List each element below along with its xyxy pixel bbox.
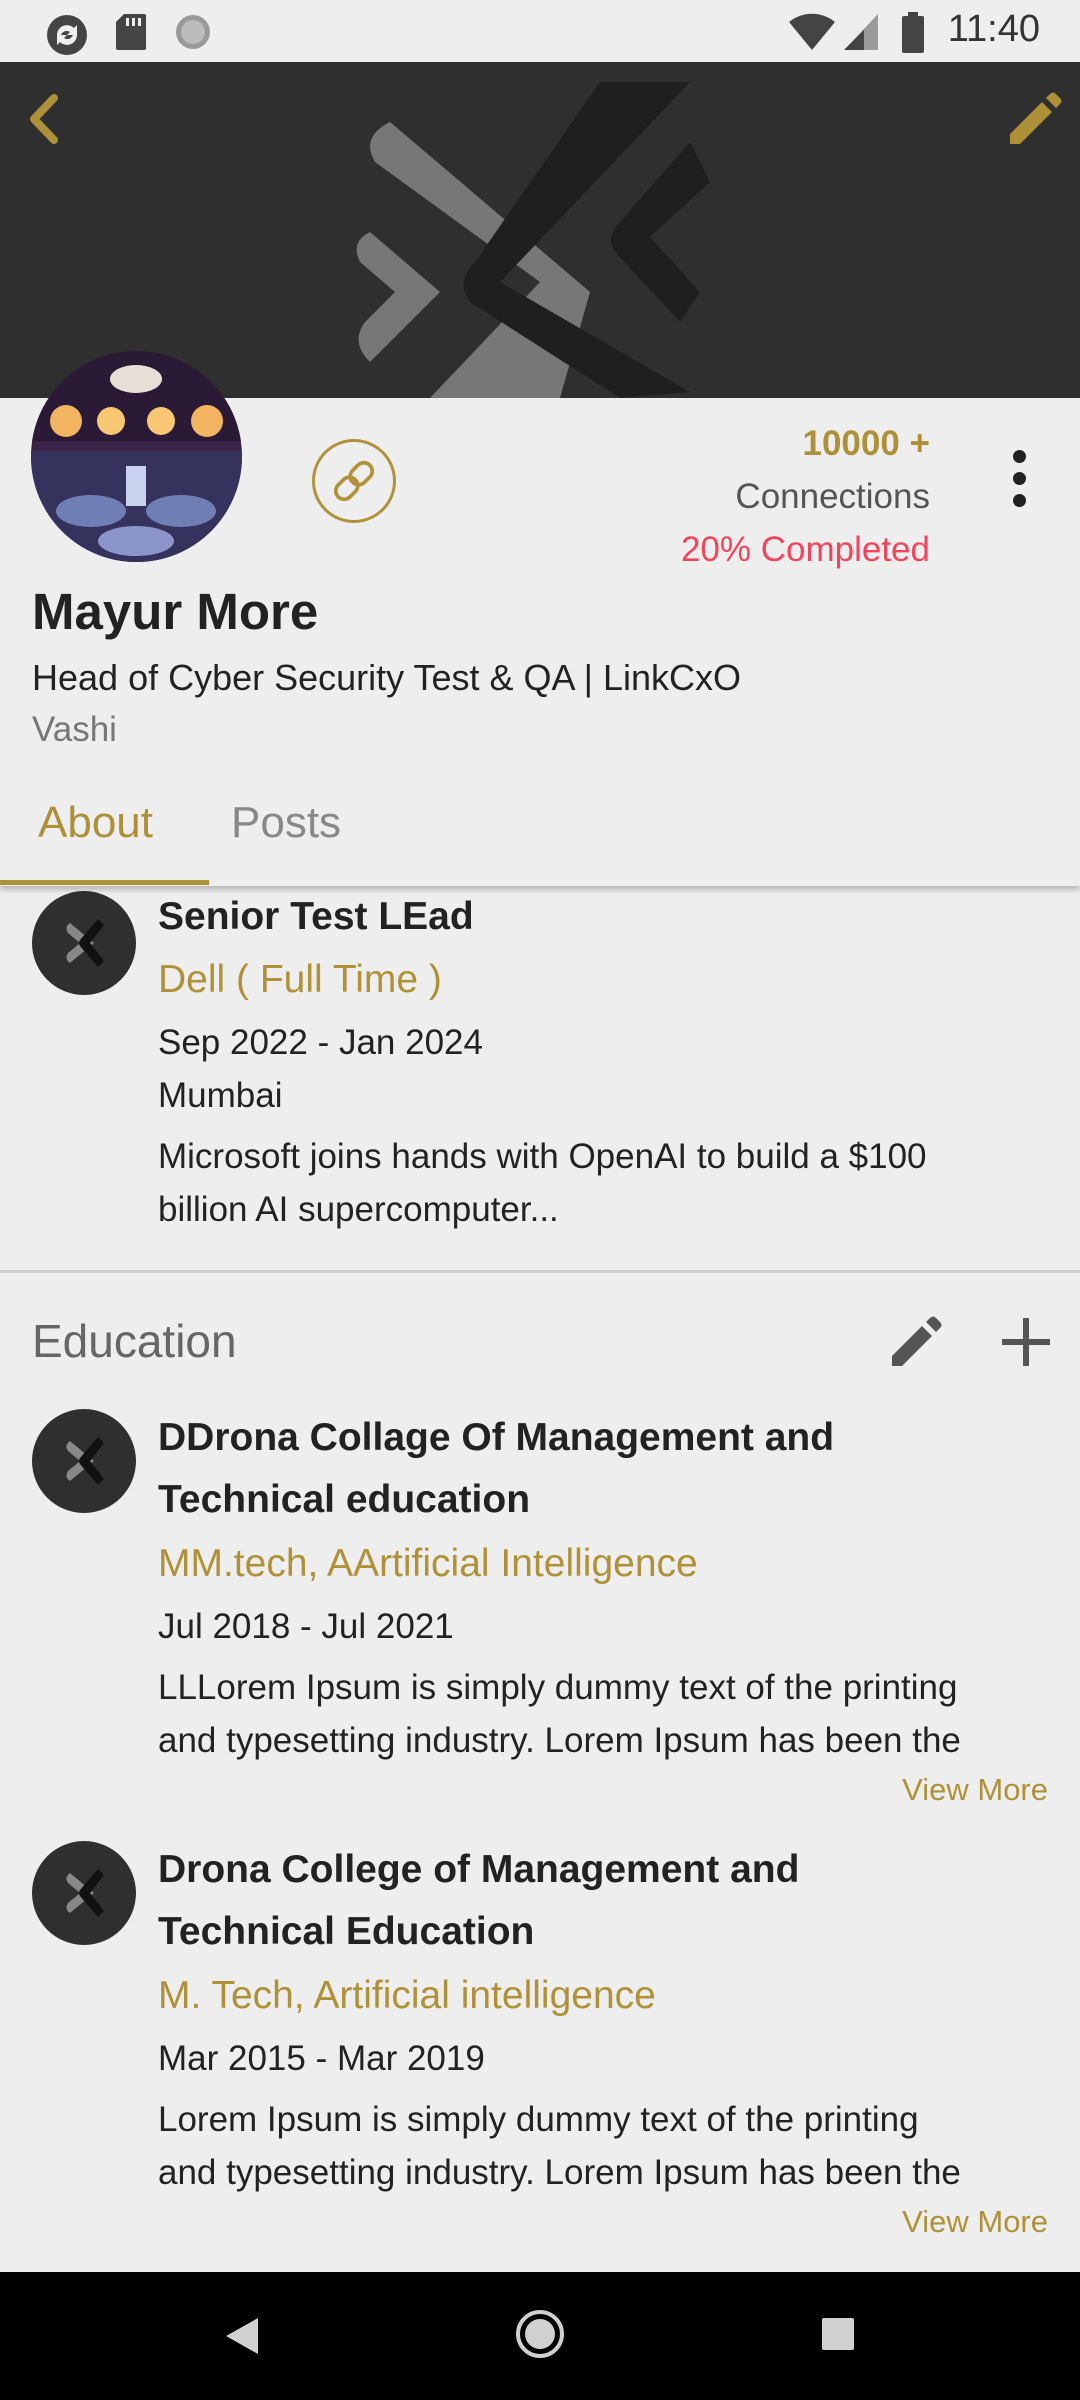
- about-content: Senior Test LEad Dell ( Full Time ) Sep …: [0, 886, 1080, 2272]
- cover-logo-image: [356, 82, 710, 398]
- tab-posts[interactable]: Posts: [231, 798, 341, 848]
- record-icon: [176, 15, 210, 49]
- education-section-title: Education: [32, 1315, 237, 1367]
- education-title-line: Technical Education: [158, 1910, 535, 1953]
- education-dates: Mar 2015 - Mar 2019: [158, 2039, 485, 2078]
- edit-profile-button[interactable]: [1002, 84, 1062, 154]
- education-title-line: Drona College of Management and: [158, 1848, 800, 1891]
- nav-home-icon[interactable]: [514, 2308, 566, 2360]
- wifi-icon: [789, 13, 835, 50]
- link-icon[interactable]: [312, 439, 396, 523]
- battery-icon: [902, 12, 924, 53]
- profile-location: Vashi: [32, 710, 117, 749]
- cover-banner: [0, 62, 1080, 398]
- education-degree: M. Tech, Artificial intelligence: [158, 1974, 656, 2017]
- experience-description-line: billion AI supercomputer...: [158, 1190, 559, 1229]
- education-degree: MM.tech, AArtificial Intelligence: [158, 1542, 698, 1585]
- active-tab-indicator: [0, 880, 209, 885]
- institution-logo: [32, 1841, 136, 1945]
- view-more-link[interactable]: View More: [902, 1772, 1048, 1808]
- avatar[interactable]: [31, 351, 242, 562]
- education-description-line: Lorem Ipsum is simply dummy text of the …: [158, 2100, 919, 2139]
- profile-headline: Head of Cyber Security Test & QA | LinkC…: [32, 657, 741, 698]
- profile-tabs: About Posts: [0, 770, 1080, 886]
- signal-icon: [844, 14, 878, 50]
- section-divider: [0, 1270, 1080, 1273]
- system-nav-bar: [0, 2272, 1080, 2400]
- education-description-line: and typesetting industry. Lorem Ipsum ha…: [158, 1721, 961, 1760]
- connections-label[interactable]: Connections: [735, 477, 930, 517]
- edit-education-button[interactable]: [888, 1314, 944, 1370]
- profile-name: Mayur More: [32, 583, 319, 640]
- view-more-link[interactable]: View More: [902, 2204, 1048, 2240]
- experience-company: Dell ( Full Time ): [158, 958, 442, 1001]
- back-button[interactable]: [16, 84, 72, 154]
- avatar-image: [31, 351, 242, 562]
- add-education-button[interactable]: [998, 1314, 1054, 1370]
- profile-completion: 20% Completed: [680, 530, 930, 569]
- education-title-line: DDrona Collage Of Management and: [158, 1416, 835, 1459]
- experience-description: Microsoft joins hands with OpenAI to bui…: [158, 1130, 1038, 1236]
- connections-count: 10000 +: [802, 424, 931, 463]
- nav-recents-icon[interactable]: [818, 2314, 858, 2354]
- sd-card-icon: [116, 14, 146, 50]
- status-bar: 11:40: [0, 0, 1080, 62]
- education-title: DDrona Collage Of Management and Technic…: [158, 1407, 1038, 1531]
- experience-dates: Sep 2022 - Jan 2024: [158, 1023, 483, 1062]
- education-description: LLLorem Ipsum is simply dummy text of th…: [158, 1661, 1038, 1767]
- more-options-button[interactable]: [1000, 446, 1040, 510]
- status-time: 11:40: [947, 8, 1040, 50]
- education-description: Lorem Ipsum is simply dummy text of the …: [158, 2093, 1038, 2199]
- sync-icon: [47, 15, 87, 55]
- experience-location: Mumbai: [158, 1076, 283, 1115]
- experience-description-line: Microsoft joins hands with OpenAI to bui…: [158, 1137, 927, 1176]
- experience-title: Senior Test LEad: [158, 895, 474, 938]
- institution-logo: [32, 1409, 136, 1513]
- company-logo: [32, 891, 136, 995]
- education-title-line: Technical education: [158, 1478, 531, 1521]
- tab-about[interactable]: About: [38, 798, 153, 848]
- education-description-line: and typesetting industry. Lorem Ipsum ha…: [158, 2153, 961, 2192]
- nav-back-icon[interactable]: [218, 2312, 266, 2360]
- education-dates: Jul 2018 - Jul 2021: [158, 1607, 454, 1646]
- education-description-line: LLLorem Ipsum is simply dummy text of th…: [158, 1668, 958, 1707]
- education-title: Drona College of Management and Technica…: [158, 1839, 1038, 1963]
